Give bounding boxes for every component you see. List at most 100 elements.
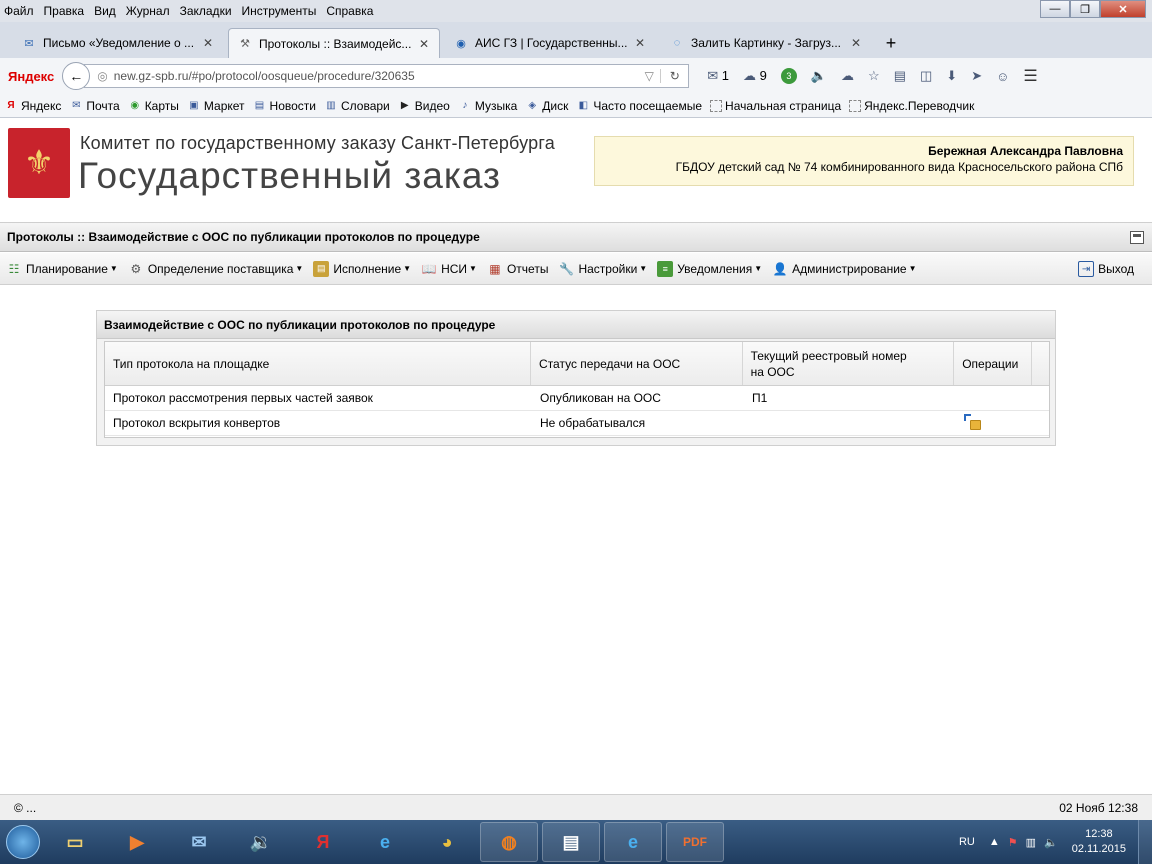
globe-icon: ◎ bbox=[97, 69, 108, 83]
bookmark-label: Видео bbox=[414, 98, 450, 113]
bookmark-market[interactable]: ▣ Маркет bbox=[187, 99, 244, 113]
tab-protocols[interactable]: ⚒ Протоколы :: Взаимодейс... ✕ bbox=[228, 28, 440, 58]
chrome-taskbar-icon[interactable]: ◕ bbox=[418, 822, 476, 862]
menu-edit[interactable]: Правка bbox=[44, 4, 85, 18]
menu-help[interactable]: Справка bbox=[326, 4, 373, 18]
mail-icon[interactable]: ✉ 1 bbox=[707, 68, 729, 84]
bookmark-video[interactable]: ▶ Видео bbox=[398, 99, 450, 113]
close-tab-icon[interactable]: ✕ bbox=[849, 36, 863, 50]
yandex-icon: Я bbox=[7, 100, 15, 111]
close-tab-icon[interactable]: ✕ bbox=[417, 37, 431, 51]
column-header-number[interactable]: Текущий реестровый номер на ООС bbox=[743, 342, 955, 385]
menu-reports[interactable]: ▦ Отчеты bbox=[487, 261, 548, 277]
network-icon[interactable]: ▥ bbox=[1026, 836, 1036, 849]
yandex-logo[interactable]: Яндекс bbox=[8, 69, 54, 84]
volume-icon[interactable]: 🔈 bbox=[1044, 836, 1058, 849]
menu-notifications[interactable]: ≡ Уведомления ▼ bbox=[657, 260, 762, 277]
cell-operations bbox=[956, 414, 1034, 432]
send-icon[interactable]: ➤ bbox=[971, 68, 982, 84]
close-tab-icon[interactable]: ✕ bbox=[633, 36, 647, 50]
firefox-taskbar-icon[interactable]: ◍ bbox=[480, 822, 538, 862]
bookmark-start-page[interactable]: Начальная страница bbox=[710, 99, 841, 113]
menu-label: НСИ bbox=[441, 261, 468, 276]
page-icon bbox=[710, 99, 723, 112]
bookmark-maps[interactable]: ◉ Карты bbox=[128, 99, 179, 113]
yandex-taskbar-icon[interactable]: Я bbox=[294, 822, 352, 862]
hamburger-menu-icon[interactable]: ☰ bbox=[1023, 66, 1037, 86]
table-row[interactable]: Протокол вскрытия конвертов Не обрабатыв… bbox=[105, 411, 1049, 436]
mail-taskbar-icon[interactable]: ✉ bbox=[170, 822, 228, 862]
tray-arrow-icon[interactable]: ▲ bbox=[989, 836, 1000, 848]
chat-icon[interactable]: ☺ bbox=[996, 69, 1009, 84]
org-title: Комитет по государственному заказу Санкт… bbox=[80, 133, 555, 153]
ie-running-taskbar-icon[interactable]: e bbox=[604, 822, 662, 862]
menu-nsi[interactable]: 📖 НСИ ▼ bbox=[421, 261, 477, 277]
speaker-icon[interactable]: 🔈 bbox=[811, 68, 827, 84]
menu-label: Настройки bbox=[578, 261, 638, 276]
menu-file[interactable]: Файл bbox=[4, 4, 34, 18]
collapse-icon[interactable] bbox=[1130, 231, 1144, 244]
ie-taskbar-icon[interactable]: e bbox=[356, 822, 414, 862]
dropdown-icon[interactable]: ▽ bbox=[638, 69, 660, 83]
language-indicator[interactable]: RU bbox=[959, 836, 975, 848]
exit-icon: ⇥ bbox=[1078, 261, 1095, 277]
table-row[interactable]: Протокол рассмотрения первых частей заяв… bbox=[105, 386, 1049, 411]
media-taskbar-icon[interactable]: ▶ bbox=[108, 822, 166, 862]
tab-upload-image[interactable]: ◌ Залить Картинку - Загруз... ✕ bbox=[660, 28, 872, 58]
bookmark-yandex[interactable]: Я Яндекс bbox=[4, 99, 61, 113]
menu-execution[interactable]: ▤ Исполнение ▼ bbox=[313, 260, 412, 277]
address-bar[interactable]: ◎ new.gz-spb.ru/#po/protocol/oosqueue/pr… bbox=[84, 64, 690, 88]
menu-tools[interactable]: Инструменты bbox=[242, 4, 317, 18]
send-to-oos-icon[interactable] bbox=[964, 414, 982, 432]
logout-button[interactable]: ⇥ Выход bbox=[1078, 261, 1134, 277]
close-window-button[interactable]: ✕ bbox=[1100, 0, 1146, 18]
reload-icon[interactable]: ↻ bbox=[660, 69, 688, 83]
star-icon[interactable]: ☆ bbox=[868, 68, 880, 84]
video-icon: ▶ bbox=[400, 100, 409, 111]
menu-supplier[interactable]: ⚙ Определение поставщика ▼ bbox=[128, 261, 303, 277]
menu-planning[interactable]: ☷ Планирование ▼ bbox=[6, 261, 118, 277]
menu-settings[interactable]: 🔧 Настройки ▼ bbox=[558, 261, 647, 277]
column-header-operations[interactable]: Операции bbox=[954, 342, 1033, 385]
pdf-taskbar-icon[interactable]: PDF bbox=[666, 822, 724, 862]
bookmark-mail[interactable]: ✉ Почта bbox=[69, 99, 120, 113]
url-text[interactable]: new.gz-spb.ru/#po/protocol/oosqueue/proc… bbox=[114, 69, 639, 83]
document-taskbar-icon[interactable]: ▤ bbox=[542, 822, 600, 862]
restore-button[interactable]: ❐ bbox=[1070, 0, 1100, 18]
disk-icon: ◈ bbox=[528, 100, 537, 111]
start-button[interactable] bbox=[0, 820, 46, 864]
clipboard-icon[interactable]: ▤ bbox=[894, 68, 906, 84]
bookmark-disk[interactable]: ◈ Диск bbox=[525, 99, 568, 113]
close-tab-icon[interactable]: ✕ bbox=[201, 36, 215, 50]
action-center-icon[interactable]: ⚑ bbox=[1008, 836, 1018, 849]
audio-taskbar-icon[interactable]: 🔉 bbox=[232, 822, 290, 862]
menu-administration[interactable]: 👤 Администрирование ▼ bbox=[772, 261, 917, 277]
bookmark-music[interactable]: ♪ Музыка bbox=[458, 99, 517, 113]
toolbar-icons: ✉ 1 ☁ 9 3 🔈 ☁ ☆ ▤ ◫ ⬇ ➤ ☺ ☰ bbox=[707, 66, 1051, 86]
bookmark-dictionaries[interactable]: ▥ Словари bbox=[324, 99, 390, 113]
show-desktop-button[interactable] bbox=[1138, 820, 1152, 864]
logout-label: Выход bbox=[1098, 262, 1134, 276]
bookmark-frequent[interactable]: ◧ Часто посещаемые bbox=[576, 99, 702, 113]
cell-status: Опубликован на ООС bbox=[540, 391, 661, 405]
column-header-status[interactable]: Статус передачи на ООС bbox=[531, 342, 743, 385]
bookmark-news[interactable]: ▤ Новости bbox=[253, 99, 316, 113]
tab-mail[interactable]: ✉ Письмо «Уведомление о ... ✕ bbox=[12, 28, 224, 58]
column-header-type[interactable]: Тип протокола на площадке bbox=[105, 342, 532, 385]
weather-icon[interactable]: ☁ 9 bbox=[743, 68, 767, 84]
tab-ais[interactable]: ◉ АИС ГЗ | Государственны... ✕ bbox=[444, 28, 656, 58]
download-icon[interactable]: ⬇ bbox=[946, 68, 957, 84]
menu-view[interactable]: Вид bbox=[94, 4, 116, 18]
menu-history[interactable]: Журнал bbox=[126, 4, 170, 18]
minimize-button[interactable]: — bbox=[1040, 0, 1070, 18]
cloud-sync-icon[interactable]: ☁ bbox=[841, 68, 854, 84]
system-clock[interactable]: 12:38 02.11.2015 bbox=[1072, 827, 1126, 857]
bookmark-translator[interactable]: Яндекс.Переводчик bbox=[849, 99, 974, 113]
explorer-taskbar-icon[interactable]: ▭ bbox=[46, 822, 104, 862]
spb-emblem-icon[interactable]: ⚜ bbox=[8, 128, 70, 198]
new-tab-button[interactable]: + bbox=[876, 28, 906, 58]
dropdown-arrow-icon: ▼ bbox=[403, 264, 412, 273]
pocket-icon[interactable]: ◫ bbox=[920, 68, 932, 84]
menu-bookmarks[interactable]: Закладки bbox=[180, 4, 232, 18]
badge-icon[interactable]: 3 bbox=[780, 68, 797, 84]
